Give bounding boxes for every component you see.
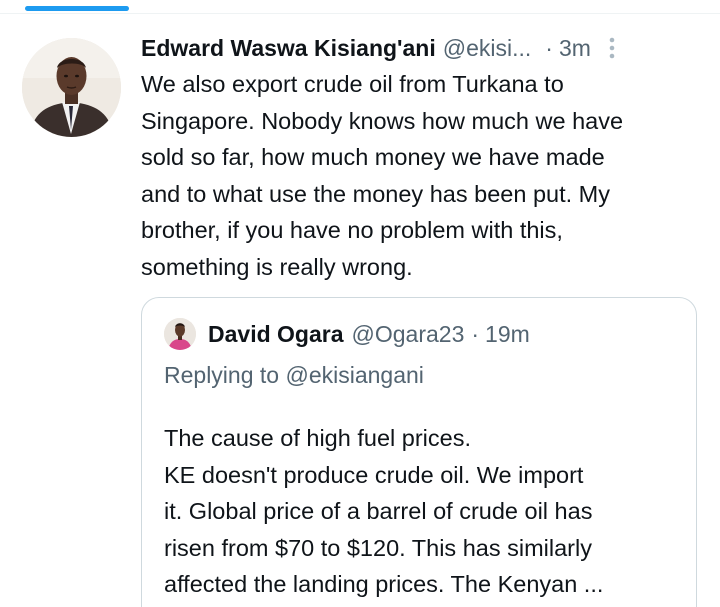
- quoted-header-separator: ·: [471, 320, 480, 347]
- quoted-author-avatar[interactable]: [164, 318, 196, 350]
- quoted-tweet-text: The cause of high fuel prices. KE doesn'…: [164, 425, 604, 598]
- quoted-author-name[interactable]: David Ogara: [208, 321, 344, 348]
- quoted-tweet-timestamp[interactable]: 19m: [485, 321, 530, 348]
- replying-to-line: Replying to @ekisiangani: [164, 362, 424, 389]
- quoted-tweet-card[interactable]: David Ogara @Ogara23 · 19m Replying to @…: [141, 297, 697, 607]
- top-divider: [0, 13, 720, 14]
- avatar-photo-icon: [22, 38, 121, 137]
- scroll-indicator: [25, 6, 129, 11]
- tweet-screen: Edward Waswa Kisiang'ani @ekisi... · 3m …: [0, 0, 720, 607]
- header-separator: ·: [545, 34, 553, 61]
- replying-to-handle[interactable]: @ekisiangani: [285, 362, 423, 388]
- quoted-author-handle[interactable]: @Ogara23: [352, 321, 465, 348]
- tweet-timestamp[interactable]: 3m: [559, 35, 591, 62]
- author-handle[interactable]: @ekisi...: [443, 35, 532, 62]
- more-dots-glyph: [609, 37, 615, 59]
- quoted-avatar-photo-icon: [164, 318, 196, 350]
- more-vertical-icon[interactable]: [605, 34, 619, 62]
- author-avatar[interactable]: [22, 38, 121, 137]
- tweet-text: We also export crude oil from Turkana to…: [141, 71, 624, 280]
- replying-to-label: Replying to: [164, 362, 280, 388]
- tweet-header: Edward Waswa Kisiang'ani @ekisi... · 3m: [141, 33, 710, 63]
- author-name[interactable]: Edward Waswa Kisiang'ani: [141, 35, 436, 62]
- quoted-tweet-header: David Ogara @Ogara23 · 19m: [208, 318, 530, 350]
